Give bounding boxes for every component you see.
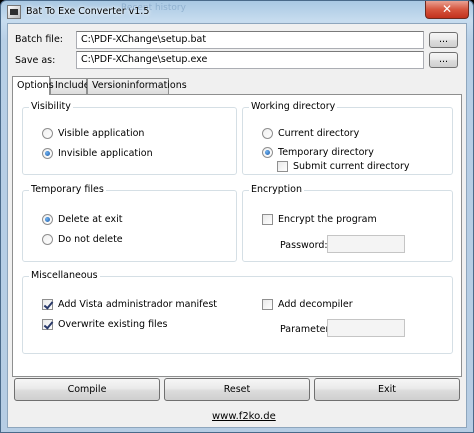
do-not-delete-radio[interactable] [42, 234, 53, 245]
password-input[interactable] [327, 235, 405, 253]
temporary-files-group: Temporary files Delete at exit Do not de… [22, 184, 237, 262]
visible-application-label[interactable]: Visible application [58, 128, 144, 139]
client-area: Batch file: C:\PDF-XChange\setup.bat ...… [7, 23, 467, 428]
delete-at-exit-radio[interactable] [42, 214, 53, 225]
tab-include[interactable]: Include [50, 78, 90, 94]
save-as-label: Save as: [15, 55, 56, 66]
reset-button[interactable]: Reset [164, 378, 310, 401]
current-directory-radio[interactable] [262, 128, 273, 139]
parameter-label: Parameter: [280, 324, 333, 335]
parameter-input[interactable] [327, 319, 405, 337]
temporary-files-title: Temporary files [29, 184, 106, 195]
miscellaneous-group: Miscellaneous Add Vista administrador ma… [22, 270, 453, 354]
vista-manifest-checkbox[interactable] [42, 299, 53, 310]
visibility-title: Visibility [29, 101, 73, 112]
add-decompiler-checkbox[interactable] [262, 299, 273, 310]
browse-save-button[interactable]: ... [429, 52, 458, 68]
compile-button[interactable]: Compile [14, 378, 160, 401]
batch-file-label: Batch file: [15, 34, 63, 45]
encryption-title: Encryption [249, 184, 305, 195]
visible-application-radio[interactable] [42, 128, 53, 139]
website-link[interactable]: www.f2ko.de [212, 411, 276, 422]
temporary-directory-radio[interactable] [262, 147, 273, 158]
save-as-input[interactable]: C:\PDF-XChange\setup.exe [76, 51, 424, 69]
batch-file-input[interactable]: C:\PDF-XChange\setup.bat [76, 31, 424, 49]
tab-versioninformations[interactable]: Versioninformations [87, 78, 187, 94]
app-window: Bat To Exe Converter v1.5 Recent history… [0, 0, 474, 433]
invisible-application-label[interactable]: Invisible application [58, 148, 153, 159]
background-watermark: Recent history [121, 3, 186, 13]
invisible-application-radio[interactable] [42, 148, 53, 159]
delete-at-exit-label[interactable]: Delete at exit [58, 214, 122, 225]
exit-button[interactable]: Exit [314, 378, 460, 401]
close-button[interactable]: ✕ [425, 1, 469, 19]
submit-current-directory-label[interactable]: Submit current directory [293, 161, 410, 172]
visibility-group: Visibility Visible application Invisible… [22, 101, 237, 175]
temporary-directory-label[interactable]: Temporary directory [278, 147, 374, 158]
do-not-delete-label[interactable]: Do not delete [58, 234, 123, 245]
encryption-group: Encryption Encrypt the program Password: [242, 184, 453, 262]
tab-options[interactable]: Options [12, 76, 54, 95]
options-panel: Visibility Visible application Invisible… [12, 94, 462, 377]
overwrite-files-checkbox[interactable] [42, 319, 53, 330]
browse-batch-button[interactable]: ... [429, 32, 458, 48]
vista-manifest-label[interactable]: Add Vista administrador manifest [58, 299, 217, 310]
title-bar[interactable]: Bat To Exe Converter v1.5 Recent history… [1, 1, 473, 23]
working-directory-group: Working directory Current directory Temp… [242, 101, 453, 175]
app-icon[interactable] [7, 5, 21, 19]
working-directory-title: Working directory [249, 101, 338, 112]
add-decompiler-label[interactable]: Add decompiler [278, 299, 353, 310]
encrypt-program-label[interactable]: Encrypt the program [278, 214, 377, 225]
encrypt-program-checkbox[interactable] [262, 214, 273, 225]
submit-current-directory-checkbox[interactable] [277, 161, 288, 172]
miscellaneous-title: Miscellaneous [29, 270, 100, 281]
close-icon: ✕ [441, 2, 453, 16]
overwrite-files-label[interactable]: Overwrite existing files [58, 319, 168, 330]
password-label: Password: [280, 240, 328, 251]
current-directory-label[interactable]: Current directory [278, 128, 359, 139]
